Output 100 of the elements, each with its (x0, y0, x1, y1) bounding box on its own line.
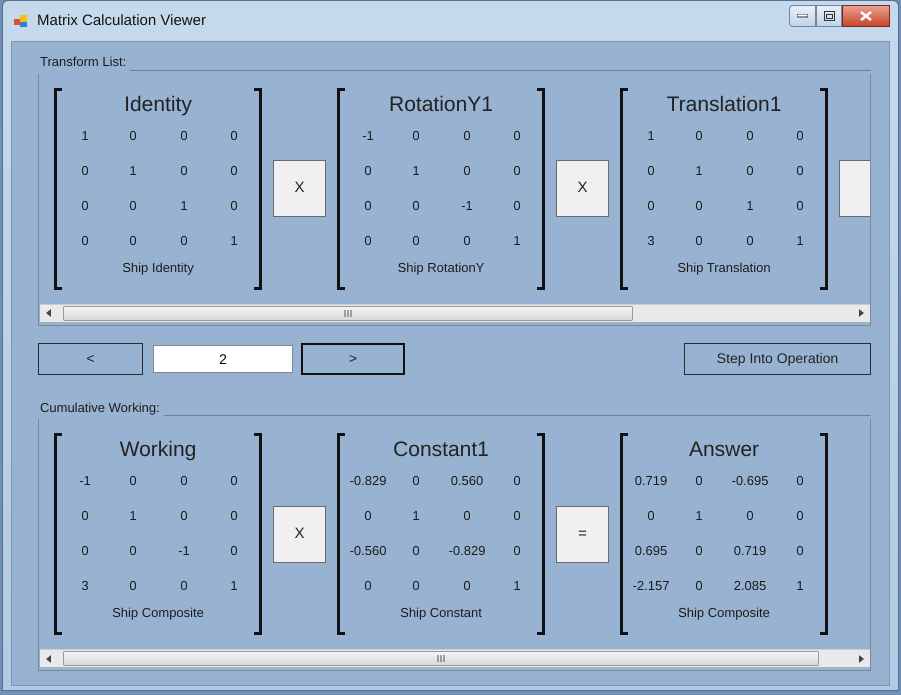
matrix-cell-text: 1 (745, 196, 755, 214)
matrix-cell-text: 0 (128, 196, 138, 214)
matrix-cell-text: 0 (512, 472, 522, 490)
matrix-cell-text: 0 (179, 472, 189, 490)
matrix-caption: Ship RotationY (398, 258, 484, 277)
matrix-cell-text: 0.560 (450, 472, 484, 490)
matrix-cell-text: 0 (229, 542, 239, 560)
close-icon (860, 11, 872, 21)
matrix-cell-text: 0 (128, 577, 138, 595)
matrix-cell-text: 1 (795, 577, 805, 595)
matrix-cell-text: 0 (80, 507, 90, 525)
grip-icon (436, 655, 446, 662)
matrix-cell-text: 0 (229, 196, 239, 214)
matrix-cell-text: 0 (363, 577, 373, 595)
matrix-cell-text: 1 (694, 507, 704, 525)
matrix-cell-text: 0 (179, 232, 189, 250)
matrix-cell-text: 0 (745, 232, 755, 250)
matrix-cell-text: 0 (411, 126, 421, 144)
matrix-cell-text: 0 (462, 162, 472, 180)
matrix-cell-text: 1 (128, 162, 138, 180)
matrix-caption: Ship Identity (122, 258, 194, 277)
group-label: Cumulative Working: (39, 398, 160, 417)
matrix-cell-text: 0 (229, 126, 239, 144)
matrix-title: Constant1 (393, 437, 489, 463)
matrix-cell-text: 0 (694, 126, 704, 144)
matrix-cell-text: 0 (694, 232, 704, 250)
step-into-operation-button[interactable]: Step Into Operation (684, 342, 871, 374)
matrix-cell-text: 0 (462, 232, 472, 250)
matrix-cell-text: 0 (229, 472, 239, 490)
matrix-cell-text: 0 (80, 232, 90, 250)
matrix-cell-text: 0 (646, 196, 656, 214)
operator-button[interactable]: = (556, 506, 609, 562)
matrix-cell-text: 0 (795, 507, 805, 525)
matrix-cell-text: 0.719 (732, 542, 768, 560)
matrix-cell-text: 0 (646, 507, 656, 525)
right-arrow-icon (859, 309, 864, 317)
matrix-cell-text: 0 (745, 126, 755, 144)
matrix-cell-text: 0 (179, 507, 189, 525)
matrix-cell-text: 3 (80, 577, 90, 595)
matrix-cell-text: 1 (694, 162, 704, 180)
operator-button[interactable]: X (273, 160, 326, 217)
previous-button[interactable]: < (38, 342, 143, 374)
matrix-cell-text: 1 (646, 126, 656, 144)
matrix-cell-text: 0 (694, 472, 704, 490)
matrix-title: RotationY1 (389, 92, 493, 118)
matrix-cell-text: -0.560 (348, 542, 388, 560)
group-label: Transform List: (39, 53, 126, 71)
matrix-cell-text: 0.695 (634, 542, 668, 560)
matrix-title: Working (120, 437, 196, 463)
matrix-cell-text: 0 (795, 126, 805, 144)
matrix-cell-text: 1 (411, 162, 421, 180)
matrix-cell-text: 0 (694, 577, 704, 595)
grip-icon (344, 310, 352, 316)
matrix-cell-text: -0.695 (730, 472, 770, 490)
matrix-cell-text: 1 (411, 507, 421, 525)
matrix-cell-text: 0 (512, 196, 522, 214)
matrix-cell-text: -0.829 (448, 542, 486, 560)
matrix-cell-text: 0 (411, 542, 421, 560)
close-button[interactable] (842, 5, 890, 27)
app-icon (13, 13, 29, 29)
maximize-icon (824, 11, 834, 21)
matrix-cell-text: 0 (363, 162, 373, 180)
matrix-cell-text: -1 (177, 542, 191, 560)
matrix-cell-text: 0.719 (634, 472, 668, 490)
right-arrow-icon (859, 654, 864, 662)
matrix-cell-text: 1 (80, 126, 90, 144)
next-button[interactable]: > (301, 342, 405, 374)
matrix-cell-text: -1 (361, 126, 375, 144)
index-field[interactable]: 2 (153, 344, 293, 372)
operator-button[interactable]: X (273, 506, 326, 562)
matrix-cell-text: 0 (363, 232, 373, 250)
matrix-cell-text: 1 (512, 577, 522, 595)
matrix-cell-text: 1 (795, 232, 805, 250)
matrix-cell-text: 0 (229, 507, 239, 525)
matrix-cell-text: 0 (462, 507, 472, 525)
matrix-cell-text: 1 (229, 577, 239, 595)
left-arrow-icon (46, 654, 51, 662)
matrix-cell-text: 0 (512, 162, 522, 180)
matrix-cell-text: 0 (128, 542, 138, 560)
matrix-cell-text: 0 (512, 126, 522, 144)
matrix-caption: Ship Composite (112, 604, 204, 622)
matrix-caption: Ship Composite (678, 604, 770, 622)
matrix-cell-text: 0 (411, 196, 421, 214)
matrix-cell-text: 0 (411, 232, 421, 250)
matrix-cell-text: 0 (179, 577, 189, 595)
matrix-cell-text: 0 (363, 507, 373, 525)
matrix-caption: Ship Constant (400, 604, 482, 622)
matrix-cell-text: 0 (80, 542, 90, 560)
matrix-cell-text: 0 (795, 472, 805, 490)
matrix-cell-text: 0 (462, 126, 472, 144)
scrollbar-thumb[interactable] (63, 306, 633, 320)
matrix-cell-text: 0 (128, 472, 138, 490)
operator-button[interactable]: X (556, 160, 609, 217)
window-title: Matrix Calculation Viewer (37, 10, 207, 31)
scrollbar-thumb[interactable] (63, 651, 819, 666)
matrix-cell-text: 0 (229, 162, 239, 180)
matrix-cell-text: 0 (512, 542, 522, 560)
maximize-button[interactable] (816, 5, 842, 27)
minimize-button[interactable] (789, 5, 816, 27)
matrix-caption: Ship Translation (677, 258, 771, 277)
